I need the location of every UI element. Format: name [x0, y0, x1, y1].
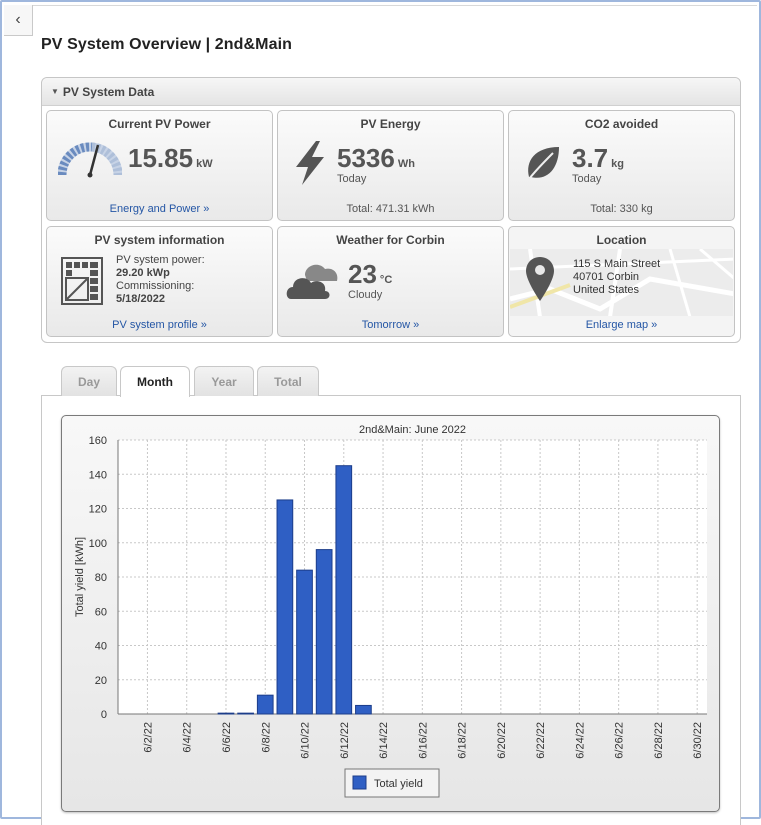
cloud-icon [286, 264, 338, 299]
yield-chart: 2nd&Main: June 2022 0 20 40 60 80 100 120 140 160… [74, 424, 707, 798]
caret-down-icon: ▼ [51, 87, 59, 96]
tile-weather: Weather for Corbin 23 °C Cloudy Tomorrow … [277, 226, 504, 337]
x-tick-label: 6/26/22 [614, 722, 626, 759]
top-divider [33, 5, 757, 6]
y-tick-label: 0 [101, 709, 107, 721]
map-pin-icon [526, 257, 554, 301]
chart-title: 2nd&Main: June 2022 [359, 424, 466, 436]
bar [315, 549, 333, 715]
tile-title: CO2 avoided [584, 117, 659, 131]
tab-day[interactable]: Day [61, 366, 117, 396]
enlarge-map-link[interactable]: Enlarge map » [509, 319, 734, 331]
x-tick-label: 6/28/22 [653, 722, 665, 759]
power-label: PV system power: [116, 254, 205, 266]
power-kwp: 29.20 kWp [116, 267, 170, 279]
x-tick-label: 6/16/22 [417, 722, 429, 759]
power-unit: kW [196, 158, 213, 170]
x-tick-label: 6/30/22 [692, 722, 704, 759]
panel-title: PV System Data [62, 84, 155, 99]
y-tick-label: 20 [95, 675, 107, 687]
tab-total[interactable]: Total [257, 366, 319, 396]
co2-unit: kg [611, 158, 624, 170]
x-tick-label: 6/2/22 [142, 722, 154, 753]
address-line-3: United States [573, 284, 640, 296]
bar [217, 712, 235, 715]
power-number: 15.85 [128, 143, 194, 173]
pv-system-profile-link[interactable]: PV system profile » [47, 319, 272, 331]
address-line-1: 115 S Main Street [573, 258, 661, 270]
tomorrow-link[interactable]: Tomorrow » [278, 319, 503, 331]
energy-unit: Wh [397, 158, 415, 170]
x-tick-label: 6/4/22 [182, 722, 194, 753]
bar [355, 704, 372, 715]
x-tick-label: 6/6/22 [221, 722, 233, 753]
x-tick-label: 6/14/22 [378, 722, 390, 759]
y-tick-label: 40 [95, 641, 107, 653]
bar [296, 569, 313, 715]
co2-number: 3.7 [572, 143, 609, 173]
tile-title: Location [596, 233, 647, 247]
y-tick-label: 80 [95, 572, 107, 584]
chevron-left-icon: ‹ [15, 11, 21, 28]
page-title: PV System Overview | 2nd&Main [41, 36, 293, 53]
co2-sub: Today [572, 173, 602, 185]
tile-location: Location 115 S Main Street 40701 Corbin … [508, 226, 735, 337]
panel-header[interactable]: ▼ PV System Data [42, 78, 740, 106]
energy-sub: Today [337, 173, 367, 185]
tab-year[interactable]: Year [194, 366, 254, 396]
tile-title: Weather for Corbin [336, 233, 445, 247]
weather-value: 23 °C [348, 259, 392, 290]
legend-swatch [352, 775, 367, 790]
tile-current-pv-power: Current PV Power 15.85 kW Energy and Powe… [46, 110, 273, 221]
legend-label: Total yield [374, 778, 423, 790]
y-tick-label: 60 [95, 606, 107, 618]
back-button[interactable]: ‹ [4, 5, 33, 36]
commissioning-label: Commissioning: [116, 280, 195, 292]
tile-co2-avoided: CO2 avoided 3.7 kg Today Total: 330 kg [508, 110, 735, 221]
location-address: 115 S Main Street 40701 Corbin United St… [573, 258, 660, 297]
gauge-icon [58, 142, 122, 178]
x-tick-label: 6/18/22 [457, 722, 469, 759]
co2-total: Total: 330 kg [590, 203, 653, 215]
x-tick-label: 6/20/22 [496, 722, 508, 759]
power-value: 15.85 kW [128, 143, 213, 174]
energy-number: 5336 [337, 143, 395, 173]
chart-container: 2nd&Main: June 2022 0 20 40 60 80 100 120 140 160… [61, 415, 720, 812]
pv-system-data-panel: ▼ PV System Data Current PV Power 15.85 k… [41, 77, 741, 343]
x-tick-label: 6/12/22 [339, 722, 351, 759]
bar [237, 712, 254, 715]
tile-title: PV system information [94, 233, 225, 247]
temperature-number: 23 [348, 259, 377, 289]
x-tick-label: 6/22/22 [535, 722, 547, 759]
bar [256, 694, 274, 715]
info-details: PV system power: 29.20 kWp Commissioning… [116, 254, 205, 306]
tile-title: Current PV Power [108, 117, 211, 131]
y-tick-label: 160 [89, 435, 107, 447]
solar-panel-icon [61, 257, 103, 305]
weather-condition: Cloudy [348, 289, 383, 301]
address-line-2: 40701 Corbin [573, 271, 640, 283]
x-tick-label: 6/24/22 [574, 722, 586, 759]
bar [276, 499, 294, 715]
tile-pv-system-information: PV system information PV system power: 2… [46, 226, 273, 337]
co2-value: 3.7 kg [572, 143, 624, 174]
energy-total: Total: 471.31 kWh [346, 203, 435, 215]
bar [335, 465, 353, 715]
temperature-unit: °C [379, 274, 393, 286]
tab-month[interactable]: Month [120, 366, 190, 397]
x-tick-label: 6/10/22 [300, 722, 312, 759]
energy-and-power-link[interactable]: Energy and Power » [47, 203, 272, 215]
y-tick-label: 120 [89, 504, 107, 516]
y-axis-label: Total yield [kWh] [74, 537, 86, 617]
tile-title: PV Energy [360, 117, 421, 131]
energy-value: 5336 Wh [337, 143, 415, 174]
leaf-icon [528, 147, 559, 180]
x-tick-label: 6/8/22 [260, 722, 272, 753]
y-tick-label: 140 [89, 469, 107, 481]
y-tick-label: 100 [89, 538, 107, 550]
lightning-icon [296, 141, 324, 185]
commissioning-date: 5/18/2022 [116, 293, 165, 305]
tile-pv-energy: PV Energy 5336 Wh Today Total: 471.31 kWh [277, 110, 504, 221]
